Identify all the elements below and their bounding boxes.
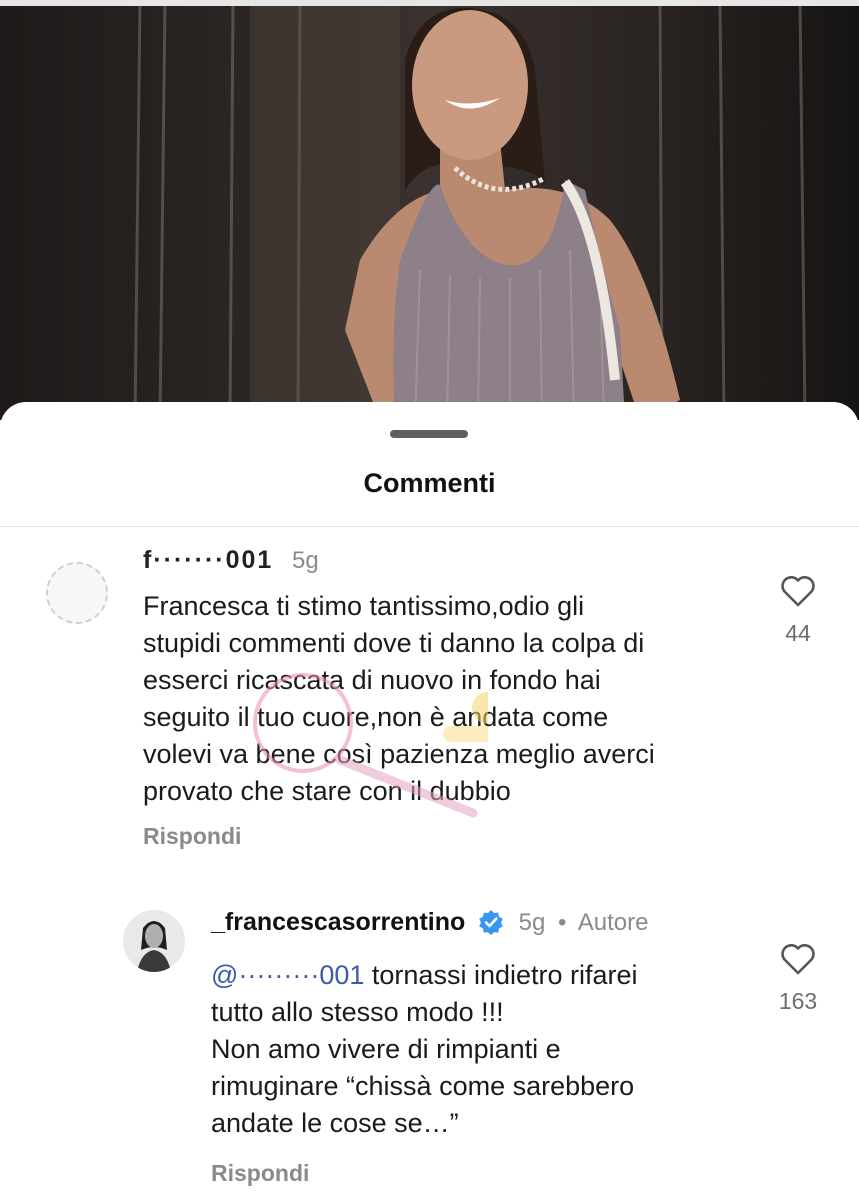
reply-text: tutto allo stesso modo !!! Non amo viver… (211, 997, 635, 1138)
comment-item: f·······001 5g Francesca ti stimo tantis… (0, 402, 859, 862)
comment-time: 5g (292, 547, 319, 574)
comment-header: f·······001 5g (143, 546, 319, 575)
reply-item: _francescasorrentino 5g • Autore @······… (0, 862, 859, 1200)
like-column: 44 (768, 574, 828, 647)
verified-badge-icon (479, 909, 503, 935)
like-column: 163 (768, 942, 828, 1015)
heart-icon[interactable] (780, 574, 816, 608)
reply-first-line: @·········001 tornassi indietro rifarei (211, 957, 638, 994)
like-count: 163 (778, 988, 818, 1014)
reply-username[interactable]: _francescasorrentino (211, 908, 465, 936)
author-badge: Autore (577, 909, 649, 936)
avatar[interactable] (46, 562, 108, 624)
comment-text: Francesca ti stimo tantissimo,odio gli s… (143, 591, 655, 806)
reply-text-first: tornassi indietro rifarei (371, 960, 638, 990)
reply-time: 5g (518, 909, 546, 936)
like-count: 44 (785, 620, 811, 646)
mention-link[interactable]: @·········001 (211, 960, 364, 990)
status-bar-strip (0, 0, 859, 6)
reply-button[interactable]: Rispondi (143, 823, 241, 850)
heart-icon[interactable] (780, 942, 816, 976)
comment-username[interactable]: f·······001 (143, 546, 273, 574)
reply-header: _francescasorrentino 5g • Autore (211, 908, 649, 936)
comments-sheet: Commenti f·······001 5g Francesca ti sti… (0, 402, 859, 1200)
author-avatar[interactable] (123, 910, 185, 972)
post-photo (0, 0, 859, 420)
reply-button[interactable]: Rispondi (211, 1160, 309, 1187)
